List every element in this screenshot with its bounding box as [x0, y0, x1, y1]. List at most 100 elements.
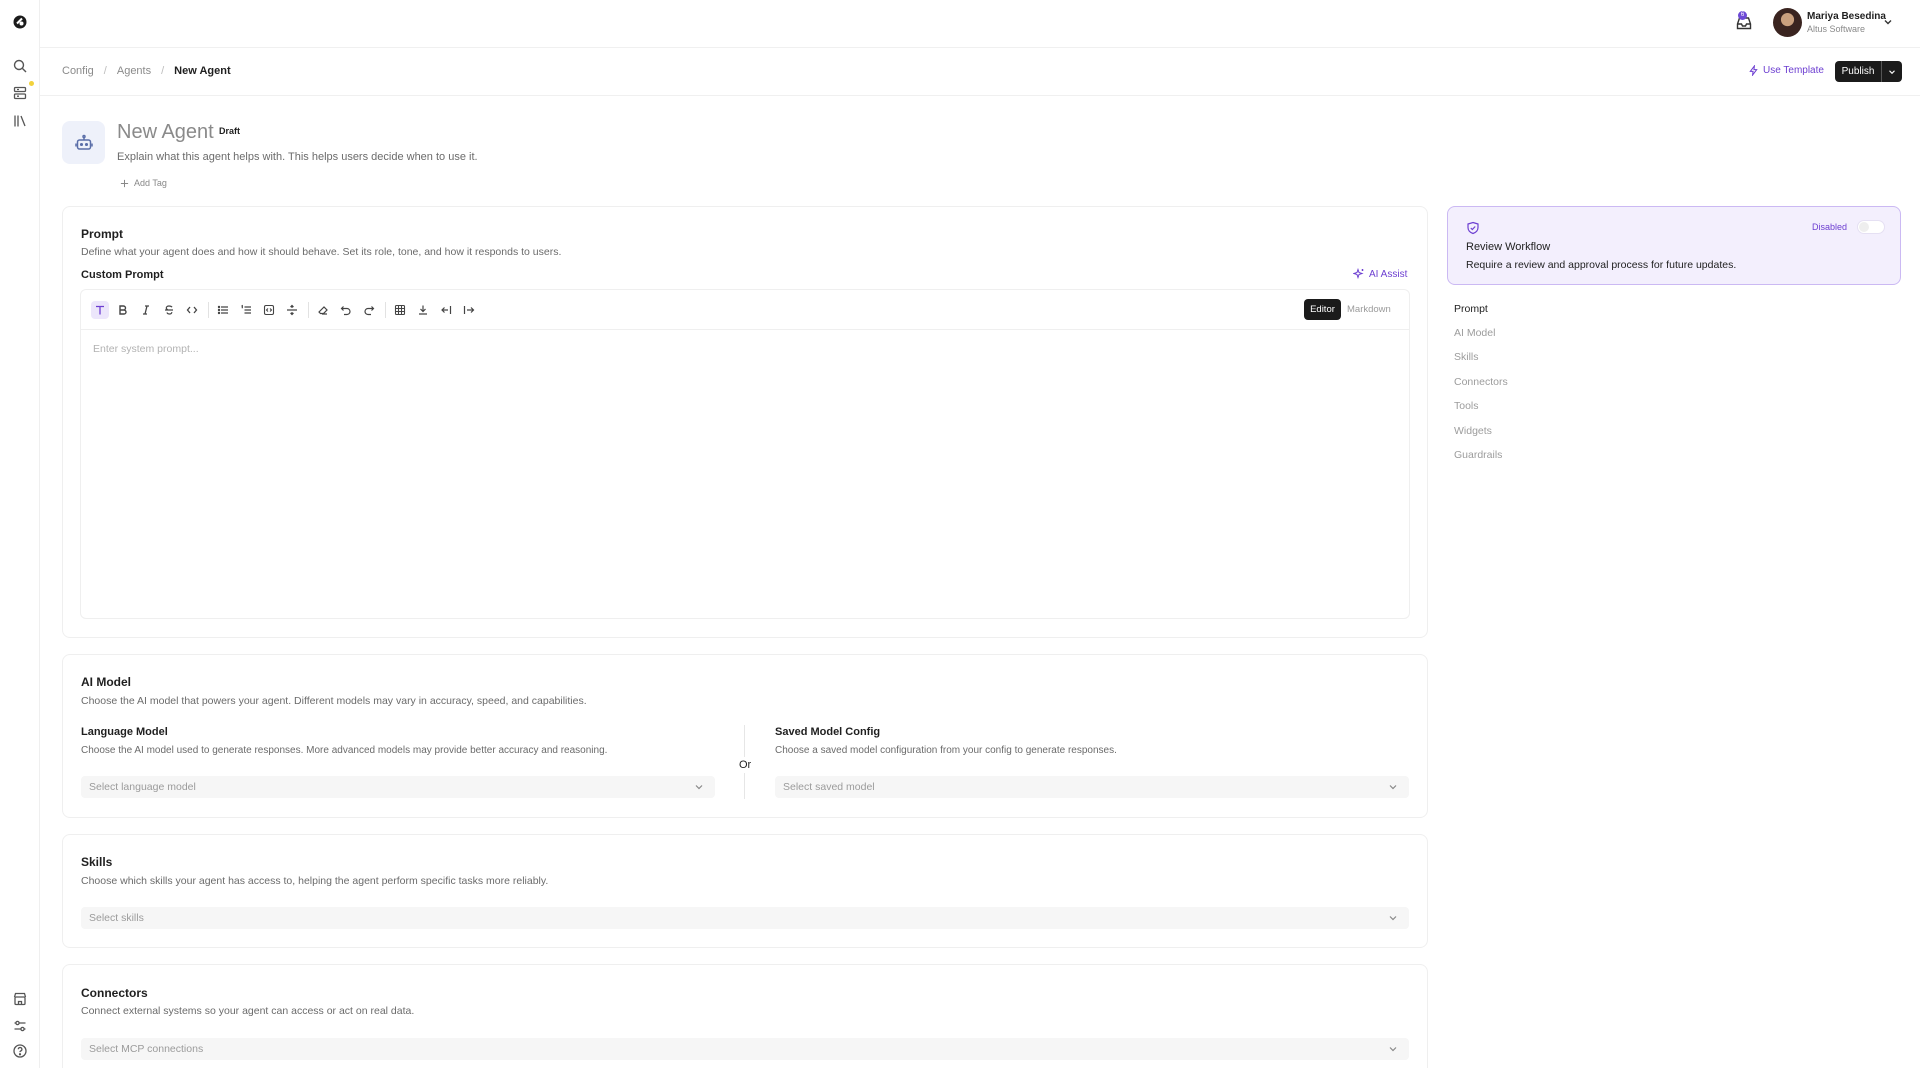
- code-block-icon[interactable]: [260, 301, 278, 319]
- ai-model-section-title: AI Model: [81, 675, 131, 689]
- skills-select[interactable]: Select skills: [81, 907, 1409, 929]
- bullet-list-icon[interactable]: [214, 301, 232, 319]
- breadcrumb-separator: /: [161, 65, 165, 77]
- undo-icon[interactable]: [337, 301, 355, 319]
- review-workflow-card: Review Workflow Require a review and app…: [1447, 206, 1901, 285]
- saved-model-placeholder: Select saved model: [783, 781, 875, 793]
- review-workflow-description: Require a review and approval process fo…: [1466, 259, 1737, 271]
- breadcrumb-agents[interactable]: Agents: [117, 65, 151, 77]
- left-rail: [0, 0, 40, 1068]
- editor-toolbar: Editor Markdown: [81, 290, 1409, 330]
- shield-icon: [1467, 221, 1479, 235]
- search-icon[interactable]: [12, 58, 28, 74]
- agent-avatar[interactable]: [62, 121, 105, 164]
- skills-placeholder: Select skills: [89, 912, 144, 924]
- custom-prompt-label: Custom Prompt: [81, 269, 164, 281]
- inbox-badge: 6: [1738, 11, 1747, 20]
- ai-model-section: AI Model Choose the AI model that powers…: [62, 654, 1428, 818]
- ai-model-section-description: Choose the AI model that powers your age…: [81, 695, 587, 707]
- toc-item-tools[interactable]: Tools: [1454, 400, 1479, 412]
- top-bar: [40, 0, 1920, 48]
- chevron-down-icon: [1389, 916, 1397, 921]
- breadcrumb-config[interactable]: Config: [62, 65, 94, 77]
- user-name[interactable]: Mariya Besedina: [1807, 11, 1886, 22]
- connectors-section-description: Connect external systems so your agent c…: [81, 1005, 415, 1017]
- ai-assist-button[interactable]: AI Assist: [1353, 268, 1407, 280]
- chevron-down-icon: [1389, 1047, 1397, 1052]
- horizontal-rule-icon[interactable]: [283, 301, 301, 319]
- code-icon[interactable]: [183, 301, 201, 319]
- table-icon[interactable]: [391, 301, 409, 319]
- agent-title[interactable]: New Agent: [117, 121, 214, 144]
- language-model-placeholder: Select language model: [89, 781, 196, 793]
- review-workflow-toggle[interactable]: [1857, 220, 1885, 234]
- avatar[interactable]: [1773, 8, 1802, 37]
- toolbar-divider: [385, 302, 386, 318]
- chevron-down-icon: [1389, 785, 1397, 790]
- sparkle-icon: [1353, 268, 1364, 280]
- breadcrumb-current: New Agent: [174, 65, 231, 77]
- bot-icon: [74, 134, 93, 150]
- connectors-placeholder: Select MCP connections: [89, 1043, 204, 1055]
- saved-model-select[interactable]: Select saved model: [775, 776, 1409, 798]
- publish-options-button[interactable]: [1882, 67, 1902, 77]
- language-model-description: Choose the AI model used to generate res…: [81, 745, 608, 756]
- skills-section: Skills Choose which skills your agent ha…: [62, 834, 1428, 948]
- connectors-select[interactable]: Select MCP connections: [81, 1038, 1409, 1060]
- settings-sliders-icon[interactable]: [12, 1018, 28, 1034]
- editor-mode-tab[interactable]: Editor: [1304, 299, 1341, 320]
- review-workflow-status: Disabled: [1812, 222, 1848, 232]
- plus-icon: [120, 179, 129, 187]
- skills-section-description: Choose which skills your agent has acces…: [81, 875, 549, 887]
- bold-icon[interactable]: [114, 301, 132, 319]
- italic-icon[interactable]: [137, 301, 155, 319]
- library-icon[interactable]: [12, 113, 28, 129]
- or-label: Or: [739, 757, 752, 773]
- toc-item-ai-model[interactable]: AI Model: [1454, 327, 1495, 339]
- language-model-title: Language Model: [81, 726, 168, 738]
- add-tag-button[interactable]: Add Tag: [120, 178, 167, 188]
- connectors-section-title: Connectors: [81, 986, 148, 1000]
- breadcrumb-bar: Config / Agents / New Agent: [40, 48, 1920, 96]
- database-icon[interactable]: [12, 85, 28, 101]
- toc-item-skills[interactable]: Skills: [1454, 351, 1479, 363]
- download-icon[interactable]: [414, 301, 432, 319]
- markdown-mode-tab[interactable]: Markdown: [1347, 304, 1391, 315]
- ordered-list-icon[interactable]: [237, 301, 255, 319]
- prompt-section-description: Define what your agent does and how it s…: [81, 246, 562, 258]
- toolbar-divider: [308, 302, 309, 318]
- breadcrumb: Config / Agents / New Agent: [62, 65, 231, 77]
- redo-icon[interactable]: [360, 301, 378, 319]
- breadcrumb-separator: /: [103, 65, 107, 77]
- indent-icon[interactable]: [460, 301, 478, 319]
- agent-description[interactable]: Explain what this agent helps with. This…: [117, 151, 478, 163]
- strikethrough-icon[interactable]: [160, 301, 178, 319]
- ai-assist-label: AI Assist: [1369, 268, 1408, 280]
- connectors-section: Connectors Connect external systems so y…: [62, 964, 1428, 1068]
- prompt-editor: Editor Markdown Enter system prompt...: [80, 289, 1410, 619]
- use-template-label: Use Template: [1763, 65, 1824, 76]
- publish-button[interactable]: Publish: [1835, 66, 1881, 77]
- toc-item-widgets[interactable]: Widgets: [1454, 425, 1492, 437]
- saved-config-description: Choose a saved model configuration from …: [775, 745, 1117, 756]
- use-template-button[interactable]: Use Template: [1748, 65, 1824, 76]
- prompt-section-title: Prompt: [81, 227, 123, 241]
- logo-icon[interactable]: [12, 14, 28, 30]
- notification-dot: [29, 81, 34, 86]
- outdent-icon[interactable]: [437, 301, 455, 319]
- toc-item-connectors[interactable]: Connectors: [1454, 376, 1508, 388]
- help-icon[interactable]: [12, 1043, 28, 1059]
- toc-item-prompt[interactable]: Prompt: [1454, 303, 1488, 315]
- prompt-input[interactable]: Enter system prompt...: [93, 343, 199, 355]
- publish-split-button: Publish: [1835, 61, 1902, 82]
- bolt-icon: [1749, 65, 1758, 76]
- review-workflow-title: Review Workflow: [1466, 241, 1551, 253]
- chevron-down-icon[interactable]: [1882, 16, 1894, 28]
- toc-item-guardrails[interactable]: Guardrails: [1454, 449, 1502, 461]
- status-badge: Draft: [219, 126, 241, 136]
- store-icon[interactable]: [12, 991, 28, 1007]
- eraser-icon[interactable]: [314, 301, 332, 319]
- language-model-select[interactable]: Select language model: [81, 776, 715, 798]
- text-icon[interactable]: [91, 301, 109, 319]
- skills-section-title: Skills: [81, 855, 113, 869]
